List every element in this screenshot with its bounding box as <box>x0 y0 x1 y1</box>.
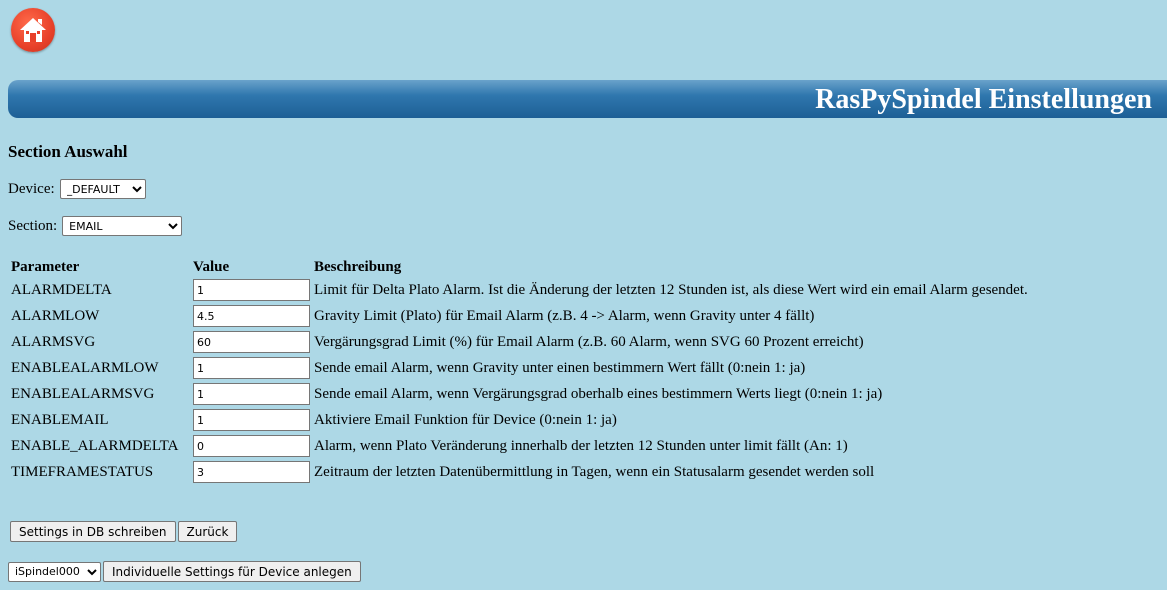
table-row: ENABLEALARMLOW Sende email Alarm, wenn G… <box>10 356 1029 380</box>
section-select[interactable]: EMAIL <box>62 216 183 236</box>
table-header-row: Parameter Value Beschreibung <box>10 258 1029 276</box>
parameter-name: ALARMDELTA <box>11 281 112 298</box>
header-parameter: Parameter <box>11 258 80 275</box>
table-row: ALARMDELTA Limit für Delta Plato Alarm. … <box>10 278 1029 302</box>
home-button[interactable] <box>11 8 55 52</box>
value-input[interactable] <box>193 279 310 301</box>
value-input[interactable] <box>193 305 310 327</box>
header-banner: RasPySpindel Einstellungen <box>8 80 1167 118</box>
table-row: ENABLEMAIL Aktiviere Email Funktion für … <box>10 408 1029 432</box>
header-description: Beschreibung <box>314 258 402 275</box>
table-row: ALARMSVG Vergärungsgrad Limit (%) für Em… <box>10 330 1029 354</box>
table-row: ENABLE_ALARMDELTA Alarm, wenn Plato Verä… <box>10 434 1029 458</box>
header-value: Value <box>193 258 230 275</box>
target-device-select[interactable]: iSpindel000 <box>8 561 101 582</box>
value-input[interactable] <box>193 331 310 353</box>
section-heading: Section Auswahl <box>8 142 128 161</box>
parameter-name: TIMEFRAMESTATUS <box>11 463 154 480</box>
table-row: TIMEFRAMESTATUS Zeitraum der letzten Dat… <box>10 460 1029 484</box>
parameter-name: ALARMSVG <box>11 333 96 350</box>
device-label: Device: <box>8 180 55 197</box>
parameter-description: Sende email Alarm, wenn Gravity unter ei… <box>314 359 806 376</box>
parameter-name: ENABLEALARMSVG <box>11 385 155 402</box>
create-device-settings-button[interactable]: Individuelle Settings für Device anlegen <box>103 561 361 582</box>
parameter-description: Zeitraum der letzten Datenübermittlung i… <box>314 463 875 480</box>
section-row: Section: EMAIL <box>8 216 183 236</box>
value-input[interactable] <box>193 435 310 457</box>
value-input[interactable] <box>193 357 310 379</box>
device-row: Device: _DEFAULT <box>8 179 146 199</box>
parameter-name: ENABLEALARMLOW <box>11 359 159 376</box>
value-input[interactable] <box>193 383 310 405</box>
parameter-table: Parameter Value Beschreibung ALARMDELTA … <box>8 256 1031 486</box>
save-settings-button[interactable]: Settings in DB schreiben <box>10 521 176 542</box>
parameter-description: Limit für Delta Plato Alarm. Ist die Änd… <box>314 281 1028 298</box>
value-input[interactable] <box>193 409 310 431</box>
parameter-name: ENABLE_ALARMDELTA <box>11 437 179 454</box>
back-button[interactable]: Zurück <box>177 521 238 542</box>
table-row: ALARMLOW Gravity Limit (Plato) für Email… <box>10 304 1029 328</box>
parameter-description: Gravity Limit (Plato) für Email Alarm (z… <box>314 307 815 324</box>
table-row: ENABLEALARMSVG Sende email Alarm, wenn V… <box>10 382 1029 406</box>
parameter-description: Aktiviere Email Funktion für Device (0:n… <box>314 411 617 428</box>
form-actions: Settings in DB schreiben Zurück <box>10 521 238 542</box>
device-actions: iSpindel000 Individuelle Settings für De… <box>8 561 361 582</box>
parameter-name: ENABLEMAIL <box>11 411 109 428</box>
parameter-description: Alarm, wenn Plato Veränderung innerhalb … <box>314 437 848 454</box>
section-label: Section: <box>8 217 58 234</box>
device-select[interactable]: _DEFAULT <box>59 179 146 199</box>
home-icon <box>20 18 46 42</box>
value-input[interactable] <box>193 461 310 483</box>
page-title: RasPySpindel Einstellungen <box>815 84 1152 115</box>
parameter-description: Sende email Alarm, wenn Vergärungsgrad o… <box>314 385 883 402</box>
parameter-name: ALARMLOW <box>11 307 100 324</box>
parameter-description: Vergärungsgrad Limit (%) für Email Alarm… <box>314 333 864 350</box>
